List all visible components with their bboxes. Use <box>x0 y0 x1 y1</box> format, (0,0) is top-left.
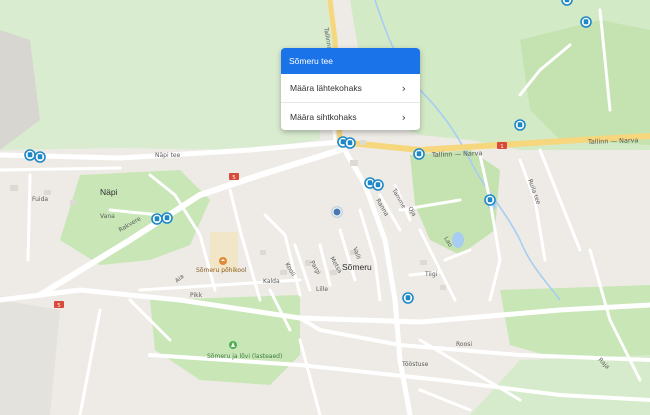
set-destination-label: Määra sihtkohaks <box>290 112 357 122</box>
bus-stop-icon[interactable] <box>24 149 36 161</box>
set-origin-menu-item[interactable]: Määra lähtekohaks › <box>281 74 420 102</box>
street-label-roosi: Roosi <box>456 341 472 348</box>
bus-stop-icon[interactable] <box>372 179 384 191</box>
svg-text:1: 1 <box>500 144 504 150</box>
school-grounds <box>210 232 238 272</box>
bus-stop-icon[interactable] <box>561 0 573 6</box>
school-marker-icon[interactable] <box>219 257 227 265</box>
current-location-icon[interactable] <box>331 206 343 218</box>
bus-stop-icon[interactable] <box>161 212 173 224</box>
street-label-pikk: Pikk <box>190 292 203 299</box>
school-label: Sõmeru põhikool <box>196 267 247 274</box>
road-shield-1: 1 <box>497 142 507 150</box>
bus-stop-icon[interactable] <box>413 148 425 160</box>
set-origin-label: Määra lähtekohaks <box>290 83 362 93</box>
town-label-someru: Sõmeru <box>342 262 372 272</box>
village-label-napi: Näpi <box>100 187 118 197</box>
bus-stop-icon[interactable] <box>484 194 496 206</box>
road-shield-5-west: 5 <box>229 173 239 181</box>
pond-1 <box>452 232 464 248</box>
bus-stop-icon[interactable] <box>580 16 592 28</box>
park-label: Sõmeru ja lõvi (lasteaed) <box>207 353 282 360</box>
street-label-napi-tee: Näpi tee <box>155 152 181 159</box>
chevron-right-icon: › <box>401 81 406 95</box>
set-destination-menu-item[interactable]: Määra sihtkohaks › <box>281 102 420 130</box>
bus-stop-icon[interactable] <box>34 151 46 163</box>
street-label-toostuse: Tööstuse <box>401 361 429 368</box>
bus-stop-icon[interactable] <box>151 213 163 225</box>
bus-stop-icon[interactable] <box>344 137 356 149</box>
street-label-tiigi: Tiigi <box>424 271 438 278</box>
bus-stop-icon[interactable] <box>514 119 526 131</box>
context-menu: Sõmeru tee Määra lähtekohaks › Määra sih… <box>281 48 420 130</box>
street-label-fuida: Fuida <box>32 196 48 203</box>
svg-text:5: 5 <box>57 303 61 309</box>
context-menu-title: Sõmeru tee <box>281 48 420 74</box>
road-shield-5-south: 5 <box>54 301 64 309</box>
bus-stop-icon[interactable] <box>402 292 414 304</box>
land-southwest <box>0 300 60 415</box>
street-label-lille: Lille <box>316 286 328 293</box>
chevron-right-icon: › <box>401 110 406 124</box>
street-label-kalda: Kalda <box>263 278 280 285</box>
svg-text:5: 5 <box>232 175 236 181</box>
street-label-vana: Vana <box>100 213 115 220</box>
park-marker-icon[interactable] <box>229 341 237 349</box>
